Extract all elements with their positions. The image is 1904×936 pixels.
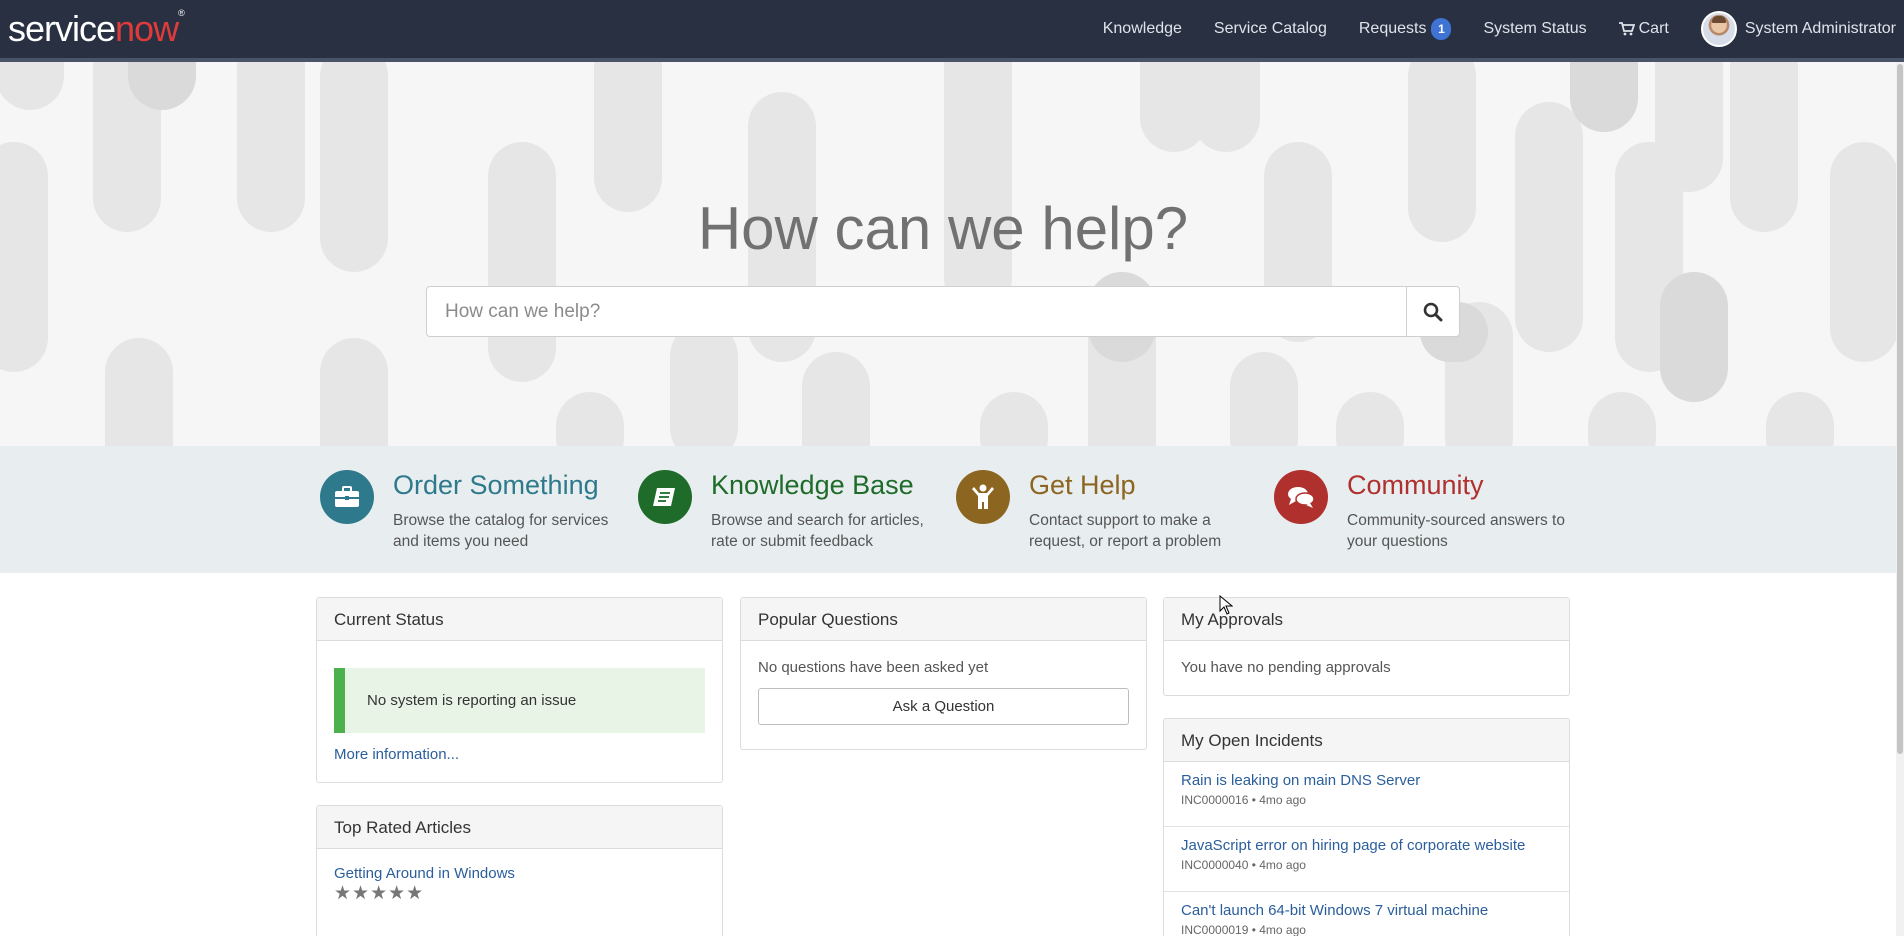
- quick-link-title: Order Something: [393, 470, 599, 500]
- quick-link-desc: Browse the catalog for services and item…: [393, 512, 609, 550]
- quick-link-title: Knowledge Base: [711, 470, 914, 500]
- requests-count-badge: 1: [1431, 18, 1452, 40]
- nav-user-menu[interactable]: System Administrator: [1700, 11, 1896, 47]
- hero-banner: How can we help?: [0, 62, 1904, 446]
- nav-cart-label: Cart: [1638, 20, 1669, 37]
- nav-cart[interactable]: Cart: [1618, 20, 1669, 38]
- popular-questions-panel: Popular Questions No questions have been…: [740, 597, 1147, 750]
- more-information-link[interactable]: More information...: [334, 746, 459, 763]
- nav-service-catalog-label: Service Catalog: [1213, 20, 1327, 37]
- logo-now-text: now: [115, 8, 179, 49]
- my-open-incidents-panel: My Open Incidents Rain is leaking on mai…: [1163, 718, 1570, 936]
- quick-link-title: Get Help: [1029, 470, 1136, 500]
- cart-icon: [1618, 22, 1635, 36]
- incident-link[interactable]: Rain is leaking on main DNS Server: [1181, 772, 1420, 789]
- quick-links-strip: Order Something Browse the catalog for s…: [0, 446, 1896, 573]
- incident-link[interactable]: Can't launch 64-bit Windows 7 virtual ma…: [1181, 902, 1488, 919]
- panel-title: Current Status: [317, 598, 722, 641]
- mouse-cursor-icon: [1219, 595, 1233, 615]
- list-item[interactable]: JavaScript error on hiring page of corpo…: [1164, 827, 1569, 892]
- search-button[interactable]: [1406, 286, 1460, 337]
- hero-title: How can we help?: [697, 195, 1189, 262]
- list-item[interactable]: Rain is leaking on main DNS Server INC00…: [1164, 762, 1569, 827]
- top-nav: Knowledge Service Catalog Requests 1 Syst…: [1071, 0, 1896, 58]
- quick-link-desc: Community-sourced answers to your questi…: [1347, 512, 1565, 550]
- quick-link-title: Community: [1347, 470, 1484, 500]
- article-link[interactable]: Getting Around in Windows: [334, 865, 515, 882]
- search-bar: [426, 286, 1460, 337]
- book-icon: [638, 470, 692, 524]
- nav-requests[interactable]: Requests 1: [1359, 18, 1452, 40]
- servicenow-logo[interactable]: servicenow®: [8, 8, 185, 50]
- list-item: Getting Around in Windows ★★★★★: [317, 849, 722, 905]
- search-input[interactable]: [426, 286, 1406, 337]
- person-icon: [956, 470, 1010, 524]
- search-icon: [1423, 302, 1443, 321]
- incident-meta: INC0000040 • 4mo ago: [1181, 858, 1306, 872]
- page-scrollbar[interactable]: [1896, 62, 1904, 936]
- panel-title: Top Rated Articles: [317, 806, 722, 849]
- nav-service-catalog[interactable]: Service Catalog: [1214, 20, 1327, 38]
- quick-link-desc: Browse and search for articles, rate or …: [711, 512, 924, 550]
- quick-link-desc: Contact support to make a request, or re…: [1029, 512, 1222, 550]
- scrollbar-thumb[interactable]: [1897, 64, 1903, 754]
- user-name: System Administrator: [1744, 20, 1896, 37]
- panel-title: My Open Incidents: [1164, 719, 1569, 762]
- logo-service-text: service: [8, 8, 116, 49]
- top-header: servicenow® Knowledge Service Catalog Re…: [0, 0, 1904, 62]
- incident-meta: INC0000016 • 4mo ago: [1181, 793, 1306, 807]
- top-rated-articles-panel: Top Rated Articles Getting Around in Win…: [316, 805, 723, 936]
- current-status-panel: Current Status No system is reporting an…: [316, 597, 723, 783]
- nav-knowledge-label: Knowledge: [1102, 20, 1182, 37]
- list-item[interactable]: Can't launch 64-bit Windows 7 virtual ma…: [1164, 892, 1569, 936]
- nav-requests-label: Requests: [1358, 20, 1427, 37]
- nav-system-status[interactable]: System Status: [1483, 20, 1586, 38]
- nav-knowledge[interactable]: Knowledge: [1103, 20, 1182, 38]
- empty-questions-text: No questions have been asked yet: [758, 659, 989, 676]
- nav-system-status-label: System Status: [1483, 20, 1587, 37]
- incident-link[interactable]: JavaScript error on hiring page of corpo…: [1181, 837, 1525, 854]
- comments-icon: [1274, 470, 1328, 524]
- incident-meta: INC0000019 • 4mo ago: [1181, 923, 1306, 936]
- empty-approvals-text: You have no pending approvals: [1181, 659, 1391, 676]
- ask-question-button[interactable]: Ask a Question: [758, 688, 1129, 725]
- avatar: [1700, 11, 1737, 47]
- star-rating: ★★★★★: [334, 883, 425, 904]
- briefcase-icon: [320, 470, 374, 524]
- status-message: No system is reporting an issue: [334, 668, 705, 733]
- panel-title: Popular Questions: [741, 598, 1146, 641]
